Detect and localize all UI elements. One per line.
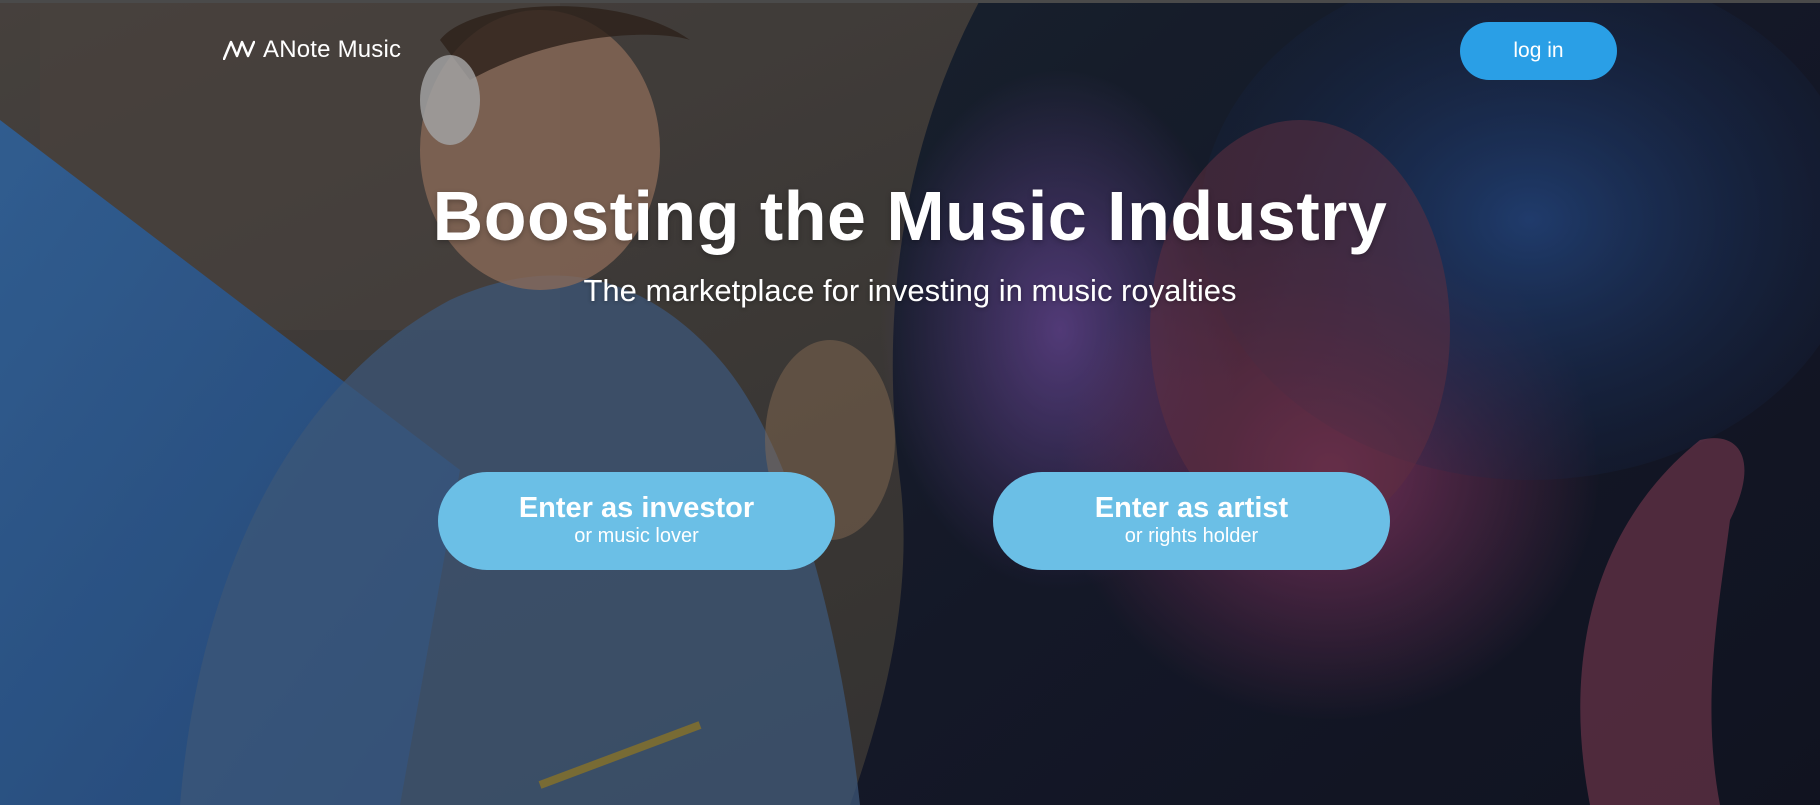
enter-as-investor-button[interactable]: Enter as investor or music lover (438, 472, 835, 570)
anote-logo-icon (223, 40, 255, 60)
investor-button-label: Enter as investor (518, 492, 755, 524)
landing-page: ANote Music log in Boosting the Music In… (0, 0, 1820, 805)
hero-background-image (0, 0, 1820, 805)
hero-title: Boosting the Music Industry (432, 177, 1388, 255)
artist-button-sublabel: or rights holder (1124, 525, 1259, 547)
artist-button-label: Enter as artist (1094, 492, 1289, 524)
login-button[interactable]: log in (1460, 22, 1617, 80)
brand-logo[interactable]: ANote Music (223, 36, 401, 64)
top-border (0, 0, 1820, 3)
brand-name: ANote Music (263, 36, 402, 63)
investor-button-sublabel: or music lover (574, 525, 699, 547)
hero-subtitle: The marketplace for investing in music r… (583, 273, 1237, 308)
enter-as-artist-button[interactable]: Enter as artist or rights holder (993, 472, 1390, 570)
